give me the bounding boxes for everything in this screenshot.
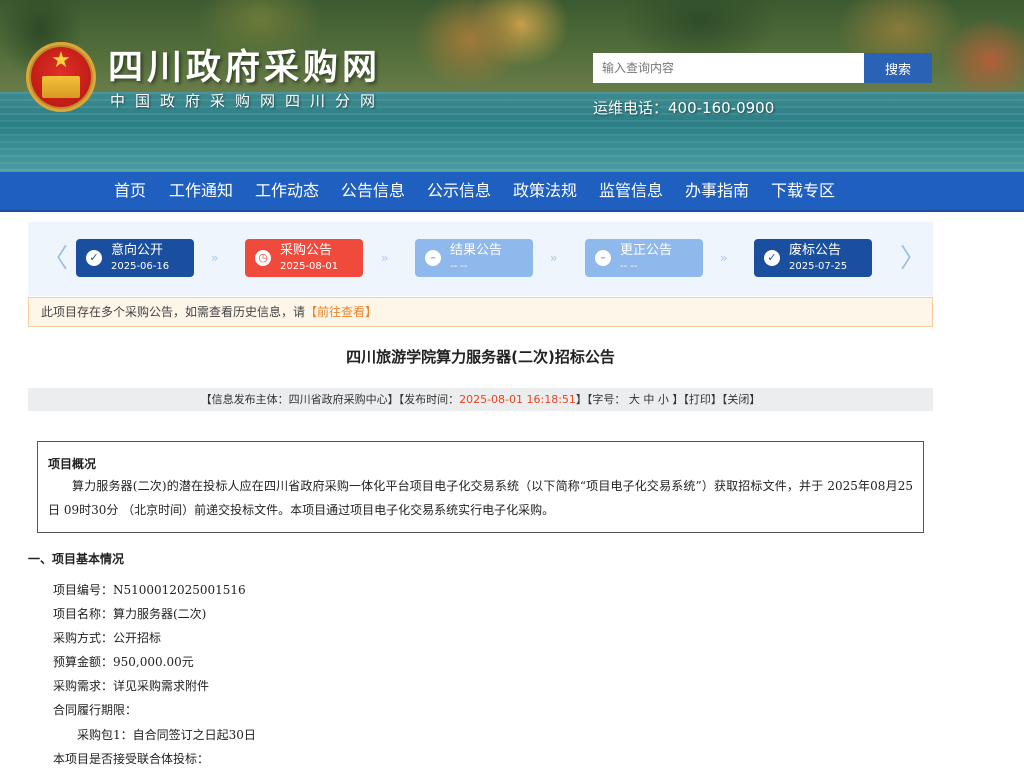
procurement-progress: 〈 ✓ 意向公开 2025-06-16 ›› ◷ 采购公告 2025-08-01… bbox=[28, 222, 933, 296]
step-label: 采购公告 bbox=[280, 243, 333, 258]
view-history-link[interactable]: 【前往查看】 bbox=[305, 305, 377, 319]
step-date: 2025-08-01 bbox=[280, 261, 339, 272]
main-nav: 首页 工作通知 工作动态 公告信息 公示信息 政策法规 监管信息 办事指南 下载… bbox=[0, 172, 1024, 212]
nav-item-home[interactable]: 首页 bbox=[114, 172, 146, 210]
site-subtitle: 中国政府采购网四川分网 bbox=[110, 92, 386, 110]
emblem-star-icon: ★ bbox=[51, 48, 71, 73]
clock-icon: ◷ bbox=[255, 250, 271, 266]
meta-publish-time: 2025-08-01 16:18:51 bbox=[459, 393, 576, 406]
check-icon: ✓ bbox=[86, 250, 102, 266]
nav-item-work-news[interactable]: 工作动态 bbox=[255, 172, 319, 210]
prev-arrow-icon[interactable]: 〈 bbox=[42, 246, 68, 272]
budget-amount: 预算金额：950,000.00元 bbox=[53, 655, 194, 669]
nav-item-supervision[interactable]: 监管信息 bbox=[599, 172, 663, 210]
minus-icon: – bbox=[425, 250, 441, 266]
joint-bid-question: 本项目是否接受联合体投标： bbox=[53, 752, 210, 766]
step-procurement-notice[interactable]: ◷ 采购公告 2025-08-01 bbox=[245, 239, 363, 277]
contract-period-label: 合同履行期限： bbox=[53, 703, 138, 717]
step-intention[interactable]: ✓ 意向公开 2025-06-16 bbox=[76, 239, 194, 277]
step-date: -- -- bbox=[620, 261, 638, 272]
minus-icon: – bbox=[595, 250, 611, 266]
step-separator-icon: ›› bbox=[381, 251, 388, 265]
close-button[interactable]: 【关闭】 bbox=[722, 393, 761, 406]
header-banner: ★ 四川政府采购网 中国政府采购网四川分网 搜索 运维电话：400-160-09… bbox=[0, 0, 1024, 172]
nav-item-guide[interactable]: 办事指南 bbox=[685, 172, 749, 210]
emblem-gate-icon bbox=[42, 76, 80, 98]
support-hotline: 运维电话：400-160-0900 bbox=[593, 99, 775, 117]
next-arrow-icon[interactable]: 〉 bbox=[900, 246, 926, 272]
project-overview-box: 项目概况 算力服务器(二次)的潜在投标人应在四川省政府采购一体化平台项目电子化交… bbox=[37, 441, 924, 533]
nav-item-policies[interactable]: 政策法规 bbox=[513, 172, 577, 210]
step-label: 结果公告 bbox=[450, 243, 503, 258]
overview-title: 项目概况 bbox=[48, 457, 97, 471]
step-label: 更正公告 bbox=[620, 243, 673, 258]
search-input[interactable] bbox=[593, 53, 864, 83]
package-1-period: 采购包1：自合同签订之日起30日 bbox=[77, 728, 256, 742]
nav-item-announcements[interactable]: 公告信息 bbox=[341, 172, 405, 210]
step-separator-icon: ›› bbox=[550, 251, 557, 265]
step-label: 废标公告 bbox=[789, 243, 842, 258]
page-title: 四川旅游学院算力服务器(二次)招标公告 bbox=[346, 348, 615, 366]
step-date: 2025-07-25 bbox=[789, 261, 848, 272]
project-name: 项目名称：算力服务器(二次) bbox=[53, 607, 207, 621]
nav-item-publicity[interactable]: 公示信息 bbox=[427, 172, 491, 210]
step-result-notice[interactable]: – 结果公告 -- -- bbox=[415, 239, 533, 277]
step-correction-notice[interactable]: – 更正公告 -- -- bbox=[585, 239, 703, 277]
national-emblem-icon: ★ bbox=[26, 42, 96, 112]
step-date: 2025-06-16 bbox=[111, 261, 170, 272]
meta-publisher: 【信息发布主体：四川省政府采购中心】【发布时间： bbox=[200, 393, 460, 406]
history-notice: 此项目存在多个采购公告，如需查看历史信息，请【前往查看】 bbox=[28, 297, 933, 327]
font-size-controls[interactable]: 】【字号： 大 中 小 】 bbox=[576, 393, 684, 406]
step-separator-icon: ›› bbox=[720, 251, 727, 265]
step-date: -- -- bbox=[450, 261, 468, 272]
procurement-requirements: 采购需求：详见采购需求附件 bbox=[53, 679, 210, 693]
nav-item-work-notices[interactable]: 工作通知 bbox=[169, 172, 233, 210]
step-label: 意向公开 bbox=[111, 243, 164, 258]
nav-item-downloads[interactable]: 下载专区 bbox=[771, 172, 835, 210]
step-separator-icon: ›› bbox=[211, 251, 218, 265]
site-title[interactable]: 四川政府采购网 bbox=[108, 48, 381, 88]
print-button[interactable]: 【打印】 bbox=[683, 393, 722, 406]
project-number: 项目编号：N5100012025001516 bbox=[53, 583, 246, 597]
article-meta-bar: 【信息发布主体：四川省政府采购中心】【发布时间：2025-08-01 16:18… bbox=[28, 388, 933, 411]
notice-text: 此项目存在多个采购公告，如需查看历史信息，请 bbox=[41, 305, 306, 319]
search-button[interactable]: 搜索 bbox=[864, 53, 932, 83]
procurement-method: 采购方式：公开招标 bbox=[53, 631, 162, 645]
overview-text: 算力服务器(二次)的潜在投标人应在四川省政府采购一体化平台项目电子化交易系统（以… bbox=[48, 479, 913, 517]
check-icon: ✓ bbox=[764, 250, 780, 266]
step-abandoned-notice[interactable]: ✓ 废标公告 2025-07-25 bbox=[754, 239, 872, 277]
section-heading: 一、项目基本情况 bbox=[28, 552, 125, 566]
